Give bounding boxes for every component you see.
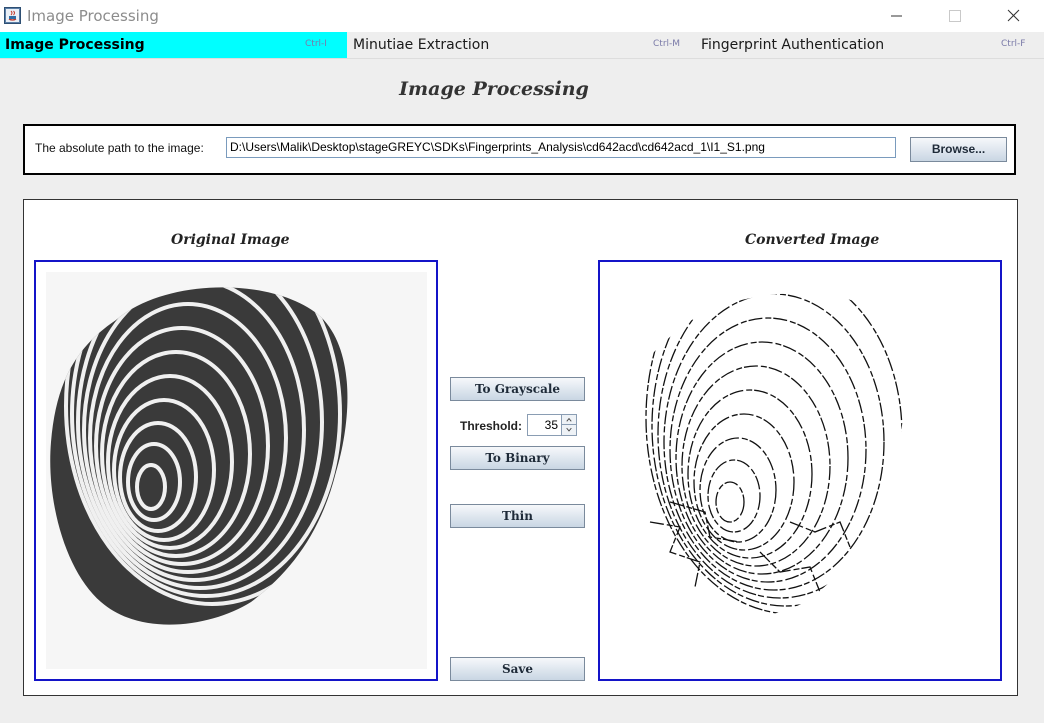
tab-minutiae-extraction[interactable]: Minutiae Extraction Ctrl-M xyxy=(347,32,695,58)
title-bar: Image Processing xyxy=(0,0,1044,32)
converted-image-frame xyxy=(598,260,1002,681)
tab-accelerator: Ctrl-I xyxy=(305,39,327,49)
thin-button[interactable]: Thin xyxy=(450,504,585,528)
menu-bar: Image Processing Ctrl-I Minutiae Extract… xyxy=(0,32,1044,59)
threshold-label: Threshold: xyxy=(460,419,522,433)
tab-accelerator: Ctrl-F xyxy=(1001,39,1026,49)
close-icon[interactable] xyxy=(990,0,1036,32)
browse-button[interactable]: Browse... xyxy=(910,137,1007,162)
to-binary-button[interactable]: To Binary xyxy=(450,446,585,470)
threshold-spinner[interactable]: 35 xyxy=(527,414,577,436)
converted-image-title: Converted Image xyxy=(745,232,880,248)
page-title: Image Processing xyxy=(399,78,589,100)
threshold-value[interactable]: 35 xyxy=(545,418,558,432)
converted-fingerprint-image xyxy=(610,272,991,669)
spinner-up-icon[interactable] xyxy=(561,415,576,425)
tab-fingerprint-authentication[interactable]: Fingerprint Authentication Ctrl-F xyxy=(695,32,1044,58)
tab-accelerator: Ctrl-M xyxy=(653,39,681,49)
main-panel: Original Image Converted Image To Graysc… xyxy=(23,199,1018,696)
minimize-icon[interactable] xyxy=(873,0,919,32)
tab-label: Fingerprint Authentication xyxy=(701,37,885,53)
tab-image-processing[interactable]: Image Processing Ctrl-I xyxy=(0,32,347,58)
tab-label: Minutiae Extraction xyxy=(353,37,490,53)
path-input[interactable]: D:\Users\Malik\Desktop\stageGREYC\SDKs\F… xyxy=(226,137,896,158)
java-app-icon xyxy=(4,7,21,24)
save-button[interactable]: Save xyxy=(450,657,585,681)
original-fingerprint-image xyxy=(46,272,427,669)
spinner-down-icon[interactable] xyxy=(561,425,576,435)
path-label: The absolute path to the image: xyxy=(35,141,204,155)
maximize-icon[interactable] xyxy=(932,0,978,32)
tab-label: Image Processing xyxy=(5,37,145,53)
window-title: Image Processing xyxy=(27,7,159,25)
path-panel: The absolute path to the image: D:\Users… xyxy=(23,124,1016,175)
original-image-title: Original Image xyxy=(171,232,290,248)
original-image-frame xyxy=(34,260,438,681)
to-grayscale-button[interactable]: To Grayscale xyxy=(450,377,585,401)
